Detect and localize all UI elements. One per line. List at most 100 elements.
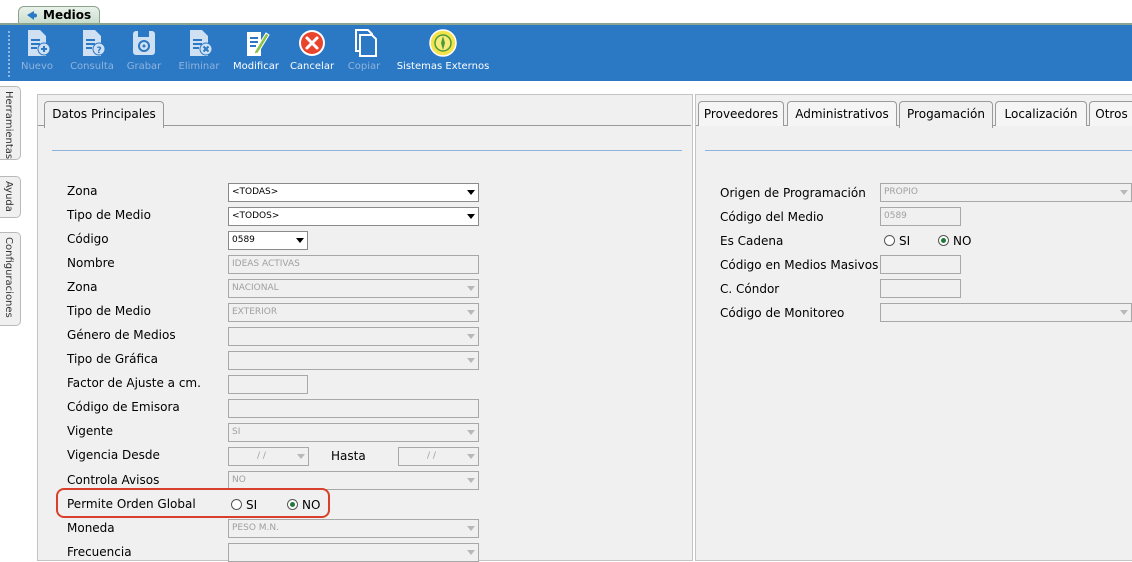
tab-progamacion-label: Progamación: [907, 107, 985, 121]
side-tab-configuraciones[interactable]: Configuraciones: [0, 232, 21, 326]
copiar-label: Copiar: [347, 61, 381, 72]
vigente-select[interactable]: SI: [228, 423, 479, 442]
nombre-label: Nombre: [67, 256, 115, 270]
factor-label: Factor de Ajuste a cm.: [67, 376, 201, 390]
window-tab-strip: [0, 0, 1132, 25]
svg-text:?: ?: [97, 46, 102, 56]
chevron-down-icon: [467, 454, 475, 459]
nombre-field[interactable]: IDEAS ACTIVAS: [228, 255, 479, 274]
tab-otros-label: Otros: [1095, 107, 1128, 121]
codigo-label: Código: [67, 232, 109, 246]
tab-proveedores[interactable]: Proveedores: [698, 101, 784, 126]
sistemas-externos-button[interactable]: Sistemas Externos: [394, 27, 492, 79]
moneda-value: PESO M.N.: [232, 523, 279, 533]
eliminar-button[interactable]: Eliminar: [175, 27, 223, 79]
cadena-si-label: SI: [899, 234, 911, 248]
tipo-medio-select[interactable]: <TODOS>: [228, 207, 479, 226]
sistemas-externos-label: Sistemas Externos: [396, 61, 490, 72]
zona-label: Zona: [67, 184, 98, 198]
codigo-medio-field[interactable]: 0589: [880, 207, 961, 226]
chevron-down-icon: [467, 526, 475, 531]
nuevo-button[interactable]: Nuevo: [18, 27, 56, 79]
zona-value: <TODAS>: [232, 187, 279, 197]
grabar-button[interactable]: Grabar: [124, 27, 164, 79]
frecuencia-select[interactable]: [228, 543, 479, 562]
emisora-field[interactable]: [228, 399, 479, 418]
grabar-label: Grabar: [126, 61, 162, 72]
tab-administrativos[interactable]: Administrativos: [787, 101, 897, 126]
codigo-value: 0589: [232, 235, 255, 245]
codigo-medio-value: 0589: [884, 211, 907, 221]
external-systems-icon: [429, 29, 457, 57]
side-tab-herramientas[interactable]: Herramientas: [0, 86, 21, 160]
moneda-select[interactable]: PESO M.N.: [228, 519, 479, 538]
hasta-label: Hasta: [331, 449, 366, 463]
tipo-medio2-label: Tipo de Medio: [67, 304, 151, 318]
zona2-label: Zona: [67, 280, 98, 294]
chevron-down-icon: [467, 286, 475, 291]
tab-localizacion[interactable]: Localización: [995, 101, 1087, 126]
tipo-medio2-value: EXTERIOR: [232, 307, 278, 317]
vigencia-hasta-field[interactable]: / /: [398, 447, 479, 466]
cadena-si-radio[interactable]: [884, 235, 895, 246]
vigente-label: Vigente: [67, 424, 113, 438]
tab-otros[interactable]: Otros: [1089, 101, 1132, 126]
vigencia-desde-field[interactable]: / /: [228, 447, 309, 466]
avisos-value: NO: [232, 475, 246, 485]
condor-field[interactable]: [880, 279, 961, 298]
chevron-down-icon: [467, 310, 475, 315]
chevron-down-icon: [296, 238, 304, 243]
toolbar: Nuevo ? Consulta Grabar Eliminar Modific…: [0, 25, 1132, 81]
vigencia-desde-value: / /: [257, 451, 266, 461]
avisos-label: Controla Avisos: [67, 473, 160, 487]
chevron-down-icon: [467, 430, 475, 435]
cadena-no-label: NO: [953, 234, 972, 248]
chevron-down-icon: [467, 478, 475, 483]
codigo-medio-label: Código del Medio: [720, 210, 824, 224]
document-query-icon: ?: [83, 30, 106, 56]
nuevo-label: Nuevo: [20, 61, 53, 72]
masivos-field[interactable]: [880, 255, 961, 274]
modificar-button[interactable]: Modificar: [230, 27, 282, 79]
copiar-button[interactable]: Copiar: [344, 27, 384, 79]
chevron-down-icon: [467, 550, 475, 555]
monitoreo-label: Código de Monitoreo: [720, 306, 845, 320]
codigo-select[interactable]: 0589: [228, 231, 308, 250]
vigencia-desde-label: Vigencia Desde: [67, 448, 160, 462]
cadena-no-radio[interactable]: [938, 235, 949, 246]
chevron-down-icon: [1120, 190, 1128, 195]
cadena-label: Es Cadena: [720, 234, 784, 248]
cancelar-button[interactable]: Cancelar: [287, 27, 337, 79]
side-tab-ayuda[interactable]: Ayuda: [0, 176, 21, 218]
monitoreo-select[interactable]: [880, 303, 1132, 322]
medios-tab-icon: [27, 11, 37, 20]
modificar-label: Modificar: [233, 61, 279, 72]
moneda-label: Moneda: [67, 521, 115, 535]
chevron-down-icon: [1120, 310, 1128, 315]
zona2-value: NACIONAL: [232, 283, 279, 293]
highlight-box: [56, 488, 330, 518]
tab-datos-principales[interactable]: Datos Principales: [44, 101, 164, 128]
genero-label: Género de Medios: [67, 328, 176, 342]
chevron-down-icon: [467, 190, 475, 195]
tipo-medio2-select[interactable]: EXTERIOR: [228, 303, 479, 322]
tab-proveedores-label: Proveedores: [703, 107, 779, 121]
vigencia-hasta-value: / /: [427, 451, 436, 461]
left-separator: [52, 150, 682, 151]
edit-icon: [247, 32, 270, 56]
right-separator: [705, 150, 1132, 151]
genero-select[interactable]: [228, 327, 479, 346]
origen-select[interactable]: PROPIO: [880, 183, 1132, 202]
chevron-down-icon: [467, 214, 475, 219]
tab-administrativos-label: Administrativos: [795, 107, 889, 121]
tipo-medio-value: <TODOS>: [232, 211, 280, 221]
factor-field[interactable]: [228, 375, 308, 394]
tipo-grafica-select[interactable]: [228, 351, 479, 370]
zona-select[interactable]: <TODAS>: [228, 183, 479, 202]
origen-label: Origen de Programación: [720, 186, 866, 200]
medios-window-tab[interactable]: Medios: [18, 6, 101, 24]
consulta-label: Consulta: [70, 61, 114, 72]
tab-progamacion[interactable]: Progamación: [899, 101, 993, 128]
zona2-select[interactable]: NACIONAL: [228, 279, 479, 298]
consulta-button[interactable]: ? Consulta: [68, 27, 116, 79]
